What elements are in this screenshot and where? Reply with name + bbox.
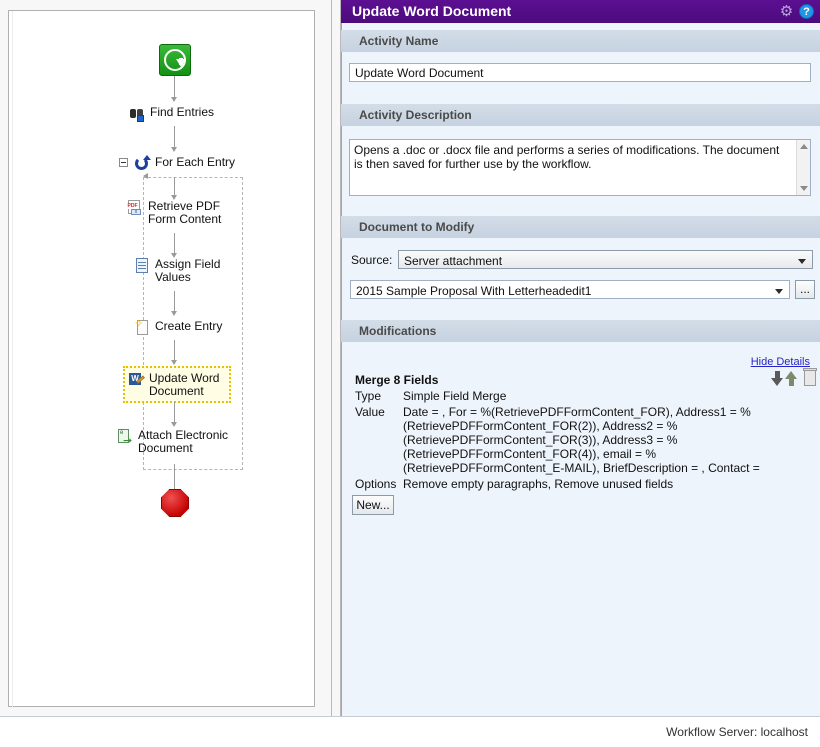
browse-button[interactable]: ... <box>795 280 815 299</box>
row-value: Remove empty paragraphs, Remove unused f… <box>403 477 815 491</box>
attach-document-icon: e➞ <box>117 428 134 445</box>
row-key: Type <box>355 389 403 403</box>
activity-find-entries[interactable]: Find Entries <box>129 105 214 122</box>
section-title: Modifications <box>359 324 436 338</box>
chevron-down-icon <box>775 289 783 294</box>
row-key: Options <box>355 477 403 491</box>
activity-attach-electronic-document[interactable]: e➞ Attach Electronic Document <box>117 428 228 455</box>
modification-row: Value Date = , For = %(RetrievePDFFormCo… <box>355 405 815 475</box>
modification-detail-rows: Type Simple Field Merge Value Date = , F… <box>355 389 815 493</box>
workflow-designer-pane: Find Entries For Each Entry <box>0 0 331 716</box>
activity-description-box[interactable]: Opens a .doc or .docx file and performs … <box>349 139 811 196</box>
application-window: Find Entries For Each Entry <box>0 0 820 747</box>
description-scrollbar[interactable] <box>796 140 810 195</box>
connector-arrow <box>171 147 177 152</box>
activity-label: Attach Electronic Document <box>138 428 228 455</box>
move-up-arrow-icon[interactable] <box>785 371 798 386</box>
status-bar: Workflow Server: localhost <box>0 716 820 747</box>
properties-title-bar: Update Word Document ⚙ ? <box>341 0 820 23</box>
stop-node[interactable] <box>161 489 189 517</box>
connector-line <box>174 402 175 424</box>
section-title: Activity Name <box>359 34 438 48</box>
row-value: Date = , For = %(RetrievePDFFormContent_… <box>403 405 815 475</box>
activity-description-text: Opens a .doc or .docx file and performs … <box>354 143 786 171</box>
modification-row: Type Simple Field Merge <box>355 389 815 403</box>
scroll-down-arrow-icon[interactable] <box>800 186 808 191</box>
expander-for-each-entry[interactable] <box>119 158 128 167</box>
section-modifications: Modifications <box>341 320 820 342</box>
hide-details-link[interactable]: Hide Details <box>751 356 810 368</box>
connector-line <box>174 233 175 255</box>
chevron-down-icon <box>798 259 806 264</box>
connector-arrow <box>171 360 177 365</box>
connector-line <box>174 291 175 313</box>
pdf-form-icon: PDFx <box>127 199 144 216</box>
row-key: Value <box>355 405 403 419</box>
document-file-value: 2015 Sample Proposal With Letterheadedit… <box>356 284 591 298</box>
modification-row: Options Remove empty paragraphs, Remove … <box>355 477 815 491</box>
start-arrow-head <box>176 59 186 67</box>
start-node-ring <box>164 49 186 71</box>
page-title: Update Word Document <box>352 3 511 19</box>
connector-arrow <box>171 422 177 427</box>
move-down-arrow-icon[interactable] <box>771 371 784 386</box>
help-icon[interactable]: ? <box>799 4 814 19</box>
connector-line <box>174 126 175 149</box>
word-pencil-icon: W <box>128 371 145 388</box>
binoculars-icon <box>129 105 146 122</box>
activity-create-entry[interactable]: ✧ Create Entry <box>134 319 222 336</box>
activity-name-input[interactable] <box>349 63 811 82</box>
gear-icon[interactable]: ⚙ <box>779 4 794 19</box>
activity-update-word-document[interactable]: W Update Word Document <box>123 366 231 403</box>
connector-line <box>174 177 175 197</box>
activity-retrieve-pdf-form-content[interactable]: PDFx Retrieve PDF Form Content <box>127 199 221 226</box>
activity-for-each-entry[interactable]: For Each Entry <box>134 155 235 172</box>
workflow-canvas-inner: Find Entries For Each Entry <box>12 11 315 708</box>
start-node[interactable] <box>159 44 191 76</box>
new-modification-button[interactable]: New... <box>352 495 394 515</box>
connector-line <box>174 464 175 490</box>
workflow-server-status: Workflow Server: localhost <box>666 725 808 739</box>
scroll-up-arrow-icon[interactable] <box>800 144 808 149</box>
source-select[interactable]: Server attachment <box>398 250 813 269</box>
section-title: Document to Modify <box>359 220 474 234</box>
section-activity-description: Activity Description <box>341 104 820 126</box>
connector-arrow <box>171 97 177 102</box>
activity-label: Create Entry <box>155 319 222 333</box>
document-file-select[interactable]: 2015 Sample Proposal With Letterheadedit… <box>350 280 790 299</box>
source-label: Source: <box>351 253 392 267</box>
pane-splitter[interactable] <box>331 0 341 716</box>
activity-label: Assign Field Values <box>155 257 220 284</box>
workflow-canvas[interactable]: Find Entries For Each Entry <box>8 10 315 707</box>
connector-line <box>174 340 175 362</box>
new-page-icon: ✧ <box>134 319 151 336</box>
section-document-to-modify: Document to Modify <box>341 216 820 238</box>
activity-label: Update Word Document <box>149 371 219 398</box>
section-title: Activity Description <box>359 108 472 122</box>
document-lines-icon <box>134 257 151 274</box>
activity-label: Find Entries <box>150 105 214 119</box>
row-value: Simple Field Merge <box>403 389 815 403</box>
source-selected-value: Server attachment <box>404 254 502 268</box>
activity-label: For Each Entry <box>155 155 235 169</box>
activity-label: Retrieve PDF Form Content <box>148 199 221 226</box>
trash-icon[interactable] <box>804 371 816 386</box>
loop-entry-arrow <box>143 173 148 179</box>
section-activity-name: Activity Name <box>341 30 820 52</box>
connector-arrow <box>171 311 177 316</box>
activity-assign-field-values[interactable]: Assign Field Values <box>134 257 220 284</box>
modifications-body: Hide Details Merge 8 Fields Type Simple … <box>341 345 820 716</box>
modification-item-title: Merge 8 Fields <box>355 373 438 387</box>
connector-line <box>174 76 175 99</box>
loop-icon <box>134 155 151 172</box>
